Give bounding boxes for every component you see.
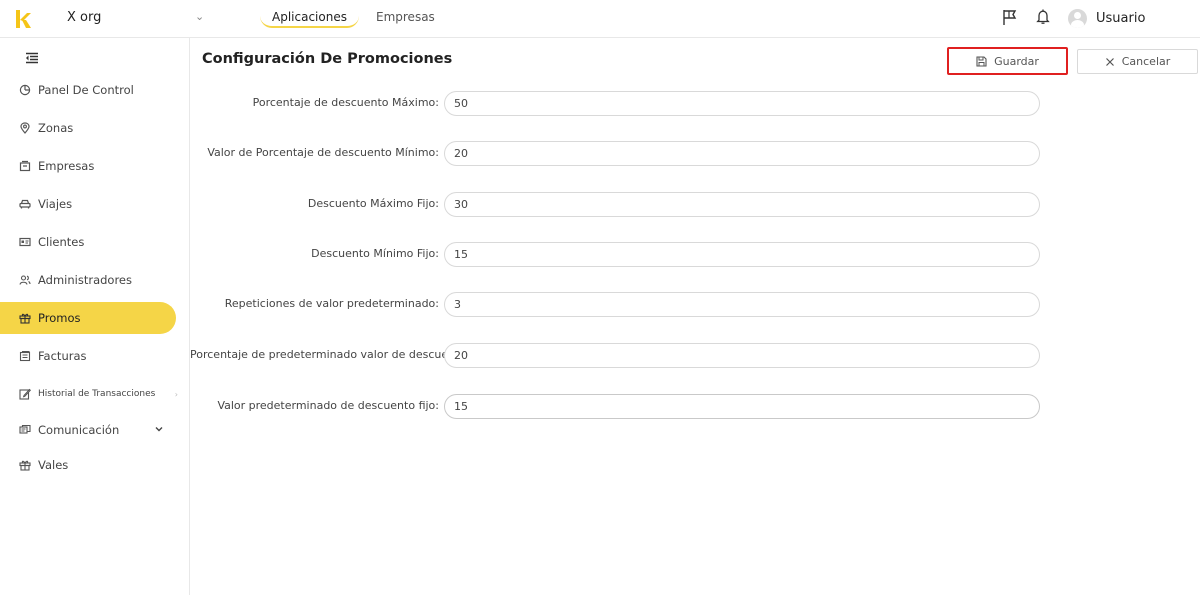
save-button[interactable]: Guardar bbox=[947, 47, 1068, 75]
sidebar-item-clientes[interactable]: Clientes bbox=[0, 226, 176, 258]
page-title: Configuración De Promociones bbox=[202, 51, 453, 67]
bell-icon[interactable] bbox=[1034, 8, 1052, 26]
repeticiones-input[interactable] bbox=[444, 292, 1040, 317]
save-icon bbox=[976, 55, 987, 67]
field-label: Descuento Máximo Fijo: bbox=[307, 197, 439, 210]
chevron-right-icon[interactable]: › bbox=[175, 390, 178, 399]
porcentaje-minimo-input[interactable] bbox=[444, 141, 1040, 166]
sidebar-item-facturas[interactable]: Facturas bbox=[0, 340, 176, 372]
cancel-button[interactable]: Cancelar bbox=[1077, 49, 1198, 74]
save-button-label: Guardar bbox=[994, 54, 1039, 68]
field-label: Repeticiones de valor predeterminado: bbox=[224, 297, 439, 310]
org-selector[interactable]: X org bbox=[67, 10, 101, 25]
sidebar-item-label: Zonas bbox=[38, 121, 74, 135]
sidebar-item-label: Panel De Control bbox=[38, 83, 134, 97]
field-label: Valor predeterminado de descuento fijo: bbox=[217, 399, 439, 412]
message-icon bbox=[19, 424, 31, 436]
sidebar-item-zonas[interactable]: Zonas bbox=[0, 112, 176, 144]
top-bar: X org ⌄ Aplicaciones Empresas Usuario bbox=[0, 0, 1200, 38]
tab-aplicaciones[interactable]: Aplicaciones bbox=[260, 0, 359, 28]
sidebar-item-vales[interactable]: Vales bbox=[0, 449, 176, 481]
car-icon bbox=[19, 198, 31, 210]
sidebar: Panel De Control Zonas Empresas Viajes C… bbox=[0, 38, 190, 595]
form-row-porcentaje-maximo: Porcentaje de descuento Máximo: bbox=[190, 91, 1042, 117]
form-row-porcentaje-minimo: Valor de Porcentaje de descuento Mínimo: bbox=[190, 141, 1042, 167]
porcentaje-maximo-input[interactable] bbox=[444, 91, 1040, 116]
sidebar-item-viajes[interactable]: Viajes bbox=[0, 188, 176, 220]
id-card-icon bbox=[19, 236, 31, 248]
invoice-icon bbox=[19, 350, 31, 362]
chevron-down-icon[interactable] bbox=[154, 425, 164, 436]
flag-icon[interactable] bbox=[1001, 8, 1019, 26]
users-icon bbox=[19, 274, 31, 286]
sidebar-item-administradores[interactable]: Administradores bbox=[0, 264, 176, 296]
sidebar-item-label: Historial de Transacciones bbox=[38, 389, 156, 399]
tab-empresas[interactable]: Empresas bbox=[376, 10, 435, 24]
sidebar-item-historial-de-transacciones[interactable]: Historial de Transacciones › bbox=[0, 378, 178, 410]
location-pin-icon bbox=[19, 122, 31, 134]
cancel-button-label: Cancelar bbox=[1121, 55, 1171, 68]
valor-predeterminado-fijo-input[interactable] bbox=[444, 394, 1040, 419]
porcentaje-predeterminado-input[interactable] bbox=[444, 343, 1040, 368]
sidebar-item-label: Empresas bbox=[38, 159, 95, 173]
form-row-descuento-minimo-fijo: Descuento Mínimo Fijo: bbox=[190, 242, 1042, 268]
user-name[interactable]: Usuario bbox=[1096, 11, 1145, 26]
form-row-repeticiones: Repeticiones de valor predeterminado: bbox=[190, 292, 1042, 318]
field-label: Porcentaje de descuento Máximo: bbox=[252, 96, 439, 109]
descuento-maximo-fijo-input[interactable] bbox=[444, 192, 1040, 217]
building-icon bbox=[19, 160, 31, 172]
gift-icon bbox=[19, 312, 31, 324]
form-row-descuento-maximo-fijo: Descuento Máximo Fijo: bbox=[190, 192, 1042, 218]
sidebar-item-label: Facturas bbox=[38, 349, 87, 363]
sidebar-item-label: Vales bbox=[38, 458, 69, 472]
logo-icon[interactable] bbox=[14, 9, 32, 29]
form-row-porcentaje-predeterminado: Porcentaje de predeterminado valor de de… bbox=[190, 343, 1042, 369]
sidebar-item-panel-de-control[interactable]: Panel De Control bbox=[0, 74, 176, 106]
chevron-down-icon[interactable]: ⌄ bbox=[195, 10, 204, 23]
field-label: Porcentaje de predeterminado valor de de… bbox=[190, 348, 445, 361]
edit-icon bbox=[19, 388, 31, 400]
pie-chart-icon bbox=[19, 84, 31, 96]
avatar[interactable] bbox=[1068, 9, 1087, 28]
close-icon bbox=[1105, 57, 1115, 67]
sidebar-item-label: Viajes bbox=[38, 197, 73, 211]
sidebar-item-label: Promos bbox=[38, 311, 81, 325]
form-row-valor-predeterminado-fijo: Valor predeterminado de descuento fijo: bbox=[190, 394, 1042, 420]
sidebar-item-empresas[interactable]: Empresas bbox=[0, 150, 176, 182]
field-label: Descuento Mínimo Fijo: bbox=[311, 247, 439, 260]
descuento-minimo-fijo-input[interactable] bbox=[444, 242, 1040, 267]
sidebar-item-label: Clientes bbox=[38, 235, 85, 249]
field-label: Valor de Porcentaje de descuento Mínimo: bbox=[207, 146, 439, 159]
sidebar-item-label: Comunicación bbox=[38, 423, 120, 437]
sidebar-item-label: Administradores bbox=[38, 273, 132, 287]
gift-icon bbox=[19, 459, 31, 471]
sidebar-item-promos[interactable]: Promos bbox=[0, 302, 176, 334]
sidebar-item-comunicacion[interactable]: Comunicación bbox=[0, 414, 176, 446]
menu-collapse-icon[interactable] bbox=[25, 52, 39, 64]
